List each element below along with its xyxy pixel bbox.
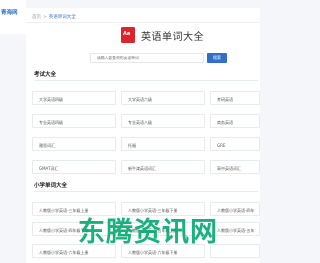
breadcrumb-current[interactable]: 英语单词大全 [49,14,76,20]
exam-card[interactable]: 考研英语 [210,91,260,105]
exam-section-divider [34,80,258,81]
exam-card-label: 考研英语 [217,96,233,102]
watermark-overlay: 东腾资讯网 [78,217,218,248]
exam-card[interactable]: 托福 [121,137,205,151]
exam-card-label: 商务英语 [217,119,233,125]
divider [26,22,260,23]
search-input[interactable] [90,53,204,63]
dictionary-icon-glyph: Aa [123,31,131,37]
breadcrumb-separator: > [43,15,47,20]
primary-card-label: 人教版小学英语-六年级下册 [128,249,178,255]
exam-card-label: 专业英语八级 [128,119,152,125]
exam-card-label: GMAT词汇 [39,165,59,171]
breadcrumb: 首页 > 英语单词大全 [32,14,76,20]
primary-card-label: 人教版小学英语-四年 [217,207,255,213]
exam-card[interactable]: 新牛津英语词汇 [121,160,205,174]
dictionary-icon: Aa [121,27,135,43]
exam-card-label: 托福 [128,142,136,148]
exam-card[interactable]: 专业英语四级 [32,114,116,128]
primary-card-label: 人教版小学英语-六年级上册 [39,249,89,255]
exam-section-title: 考试大全 [34,72,57,78]
search-button[interactable]: 搜索 [207,53,227,63]
site-logo[interactable]: 青海网 [0,0,26,34]
site-logo-text: 青海网 [1,10,18,16]
exam-card[interactable]: 商务英语 [210,114,260,128]
primary-section-divider [34,191,258,192]
exam-card-label: 高中英语词汇 [217,165,241,171]
exam-card-label: 大学英语六级 [128,96,152,102]
exam-card-label: 大学英语四级 [39,96,63,102]
exam-card[interactable]: GRE [210,137,260,151]
exam-card-label: 雅思词汇 [39,142,55,148]
primary-card-label: 人教版小学英语-五年 [217,227,255,233]
page-title: 英语单词大全 [141,32,204,43]
breadcrumb-home-link[interactable]: 首页 [32,14,41,20]
exam-card-label: GRE [217,142,226,148]
primary-section-title: 小学单词大全 [34,183,68,189]
exam-card[interactable]: 大学英语四级 [32,91,116,105]
exam-card[interactable]: 高中英语词汇 [210,160,260,174]
exam-card[interactable]: 大学英语六级 [121,91,205,105]
exam-card-label: 新牛津英语词汇 [128,165,156,171]
exam-card[interactable]: 雅思词汇 [32,137,116,151]
exam-card[interactable]: GMAT词汇 [32,160,116,174]
exam-card[interactable]: 专业英语八级 [121,114,205,128]
exam-card-label: 专业英语四级 [39,119,63,125]
